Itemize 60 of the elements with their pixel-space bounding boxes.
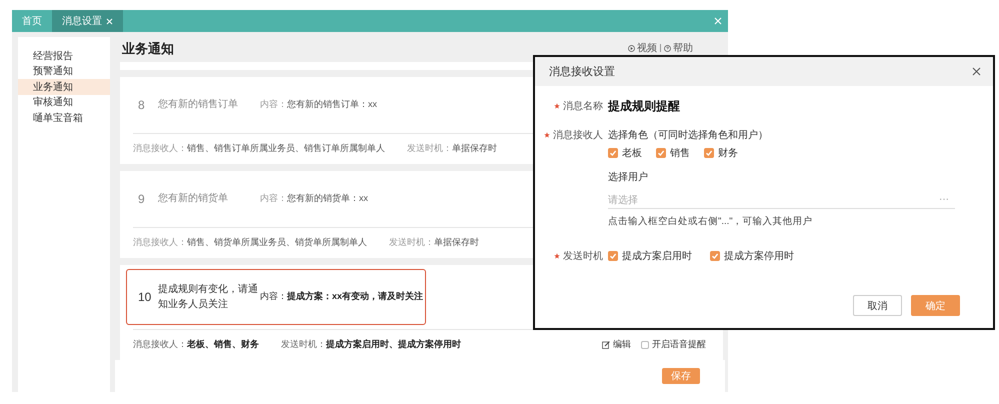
check-icon [609,252,617,260]
check-icon [711,252,719,260]
notification-item[interactable]: 8 您有新的销售订单 内容：您有新的销售订单：xx [126,80,426,129]
sidebar-item[interactable]: 预警通知 [18,64,110,79]
item-content: 内容：您有新的销售订单：xx [260,98,377,112]
checkbox[interactable] [608,251,618,261]
send-timing-text: 发送时机：单据保存时 [389,236,479,250]
checkbox-label: 开启语音提醒 [652,338,706,352]
checkbox-label: 老板 [622,146,642,160]
user-label: 选择用户 [608,170,649,184]
video-link[interactable]: 视频 [628,41,657,55]
item-number: 10 [138,290,152,304]
recipients-text: 消息接收人：销售、销售订单所属业务员、销售订单所属制单人 [133,142,385,156]
checkbox[interactable] [656,148,666,158]
item-number: 9 [138,192,146,206]
sidebar-item[interactable]: 审核通知 [18,94,110,110]
field-label: 消息接收人 [553,128,603,142]
item-content: 内容：提成方案：xx有变动，请及时关注 [260,290,424,304]
notification-item[interactable]: 9 您有新的销货单 内容：您有新的销货单：xx [126,174,426,223]
checkbox-label: 提成方案停用时 [724,250,794,263]
checkbox[interactable] [704,148,714,158]
checkbox[interactable] [710,251,720,261]
dialog-title: 消息接收设置 [549,64,615,79]
item-number: 8 [138,98,146,112]
checkbox[interactable] [608,148,618,158]
help-link[interactable]: 帮助 [664,41,693,55]
sidebar-item[interactable]: 经营报告 [18,48,110,64]
check-icon [657,149,665,157]
page-title: 业务通知 [122,40,174,58]
edit-button[interactable]: 编辑 [602,338,631,352]
send-timing-text: 发送时机：提成方案启用时、提成方案停用时 [281,338,461,352]
item-content: 内容：您有新的销货单：xx [260,192,368,206]
check-icon [609,149,617,157]
edit-icon [602,340,610,349]
checkbox[interactable] [641,340,649,349]
recipients-text: 消息接收人：销售、销货单所属业务员、销货单所属制单人 [133,236,367,250]
checkbox-label: 销售 [670,147,690,160]
close-icon[interactable] [714,17,722,25]
cancel-button[interactable]: 取消 [853,295,902,316]
message-name: 提成规则提醒 [608,99,680,113]
role-hint: 选择角色（可同时选择角色和用户） [608,128,769,142]
recipients-text: 消息接收人：老板、销售、财务 [133,338,259,352]
play-icon [628,44,635,52]
sidebar-item[interactable]: 嗵单宝音箱 [18,110,110,126]
hint-text: 点击输入框空白处或右侧"..."，可输入其他用户 [608,215,814,228]
item-title: 您有新的销售订单 [158,98,239,112]
item-title: 您有新的销货单 [158,192,229,206]
check-icon [705,149,713,157]
checkbox-label: 提成方案启用时 [622,250,692,263]
item-title: 提成规则有变化，请通知业务人员关注 [158,282,258,312]
close-icon[interactable] [106,18,113,24]
sidebar-item[interactable]: 业务通知 [18,79,110,94]
field-label: 消息名称 [563,100,603,113]
checkbox-label: 财务 [718,146,738,160]
send-timing-text: 发送时机：单据保存时 [407,142,497,156]
close-icon [972,67,981,76]
tab[interactable]: 消息设置 [52,10,123,32]
close-button[interactable] [972,67,981,76]
field-label: 发送时机 [563,250,603,263]
help-icon [664,44,671,52]
